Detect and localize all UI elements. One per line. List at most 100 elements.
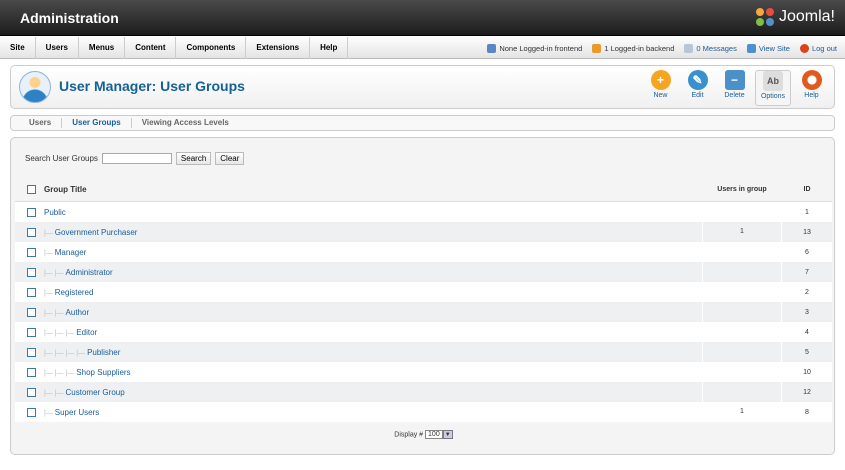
users-count-cell — [702, 302, 782, 322]
admin-header: Administration Joomla! — [0, 0, 845, 36]
joomla-logo[interactable]: Joomla! — [754, 6, 835, 28]
header-title: Administration — [20, 10, 119, 26]
menu-menus[interactable]: Menus — [79, 36, 126, 59]
row-checkbox[interactable] — [27, 407, 36, 417]
tab-viewing-access-levels[interactable]: Viewing Access Levels — [132, 118, 239, 128]
row-checkbox[interactable] — [27, 267, 36, 277]
status-bar: None Logged-in frontend 1 Logged-in back… — [487, 37, 837, 59]
group-title-cell: |— |— |— Editor — [44, 328, 702, 337]
chevron-down-icon[interactable]: ▼ — [442, 430, 453, 439]
search-label: Search User Groups — [25, 154, 98, 163]
table-row: |— Government Purchaser 1 13 — [15, 222, 832, 242]
users-count-cell: 1 — [702, 402, 782, 422]
group-title-cell: |— |— Author — [44, 308, 702, 317]
id-cell: 3 — [805, 308, 809, 316]
select-all-checkbox[interactable] — [27, 185, 36, 194]
group-title-link[interactable]: Editor — [76, 328, 97, 337]
menu-extensions[interactable]: Extensions — [246, 36, 311, 59]
joomla-logo-icon — [754, 6, 776, 28]
mail-icon — [684, 43, 694, 53]
table-row: |— |— |— Editor 4 — [15, 322, 832, 342]
tree-indent: |— |— |— — [44, 369, 77, 377]
table-row: |— Registered 2 — [15, 282, 832, 302]
plus-icon: + — [650, 70, 671, 90]
group-title-link[interactable]: Registered — [55, 288, 94, 297]
table-row: |— |— |— |— Publisher 5 — [15, 342, 832, 362]
users-count-cell — [702, 242, 782, 262]
messages-link[interactable]: 0 Messages — [684, 43, 737, 53]
table-row: |— |— Customer Group 12 — [15, 382, 832, 402]
group-title-link[interactable]: Super Users — [55, 408, 99, 417]
delete-button[interactable]: − Delete — [718, 70, 751, 106]
row-checkbox[interactable] — [27, 347, 36, 357]
row-checkbox[interactable] — [27, 287, 36, 297]
main-menu-bar: Site Users Menus Content Components Exte… — [0, 36, 845, 59]
row-checkbox[interactable] — [27, 327, 36, 337]
menu-components[interactable]: Components — [176, 36, 247, 59]
menu-content[interactable]: Content — [125, 36, 177, 59]
group-title-cell: |— Super Users — [44, 408, 702, 417]
row-checkbox[interactable] — [27, 207, 36, 217]
menu-help[interactable]: Help — [310, 36, 349, 59]
id-cell: 7 — [805, 268, 809, 276]
content-area: Search User Groups Search Clear Group Ti… — [10, 137, 835, 455]
search-button[interactable]: Search — [175, 152, 212, 165]
tab-user-groups[interactable]: User Groups — [62, 118, 132, 128]
group-title-cell: |— |— |— |— Publisher — [44, 348, 702, 357]
group-title-link[interactable]: Author — [66, 308, 90, 317]
table-row: |— |— Author 3 — [15, 302, 832, 322]
display-select[interactable]: 100 — [425, 430, 443, 439]
tree-indent: |— |— — [44, 269, 66, 277]
user-icon — [592, 43, 602, 53]
clear-button[interactable]: Clear — [215, 152, 245, 165]
logout-link[interactable]: Log out — [799, 43, 837, 53]
row-checkbox[interactable] — [27, 387, 36, 397]
group-title-link[interactable]: Shop Suppliers — [76, 368, 130, 377]
users-count-cell — [702, 282, 782, 302]
group-title-link[interactable]: Public — [44, 208, 66, 217]
table-row: |— Super Users 1 8 — [15, 402, 832, 422]
table-row: |— |— |— Shop Suppliers 10 — [15, 362, 832, 382]
tree-indent: |— |— — [44, 309, 66, 317]
options-button[interactable]: Ab Options — [755, 70, 791, 106]
trash-icon: − — [724, 70, 745, 90]
help-button[interactable]: Help — [795, 70, 828, 106]
users-count-cell — [702, 342, 782, 362]
pagination: Display # 100 ▼ — [11, 430, 836, 439]
id-cell: 12 — [803, 388, 811, 396]
row-checkbox[interactable] — [27, 227, 36, 237]
group-title-link[interactable]: Government Purchaser — [55, 228, 138, 237]
search-input[interactable] — [101, 153, 172, 164]
tree-indent: |— |— |— |— — [44, 349, 88, 357]
row-checkbox[interactable] — [27, 367, 36, 377]
group-title-link[interactable]: Manager — [55, 248, 87, 257]
group-title-link[interactable]: Administrator — [66, 268, 113, 277]
table-row: |— |— Administrator 7 — [15, 262, 832, 282]
id-cell: 5 — [805, 348, 809, 356]
menu-users[interactable]: Users — [36, 36, 79, 59]
id-cell: 6 — [805, 248, 809, 256]
tree-indent: |— — [44, 249, 55, 257]
group-title-link[interactable]: Publisher — [87, 348, 120, 357]
table-row: Public 1 — [15, 202, 832, 222]
submenu-tabs: Users User Groups Viewing Access Levels — [10, 115, 835, 131]
footer — [0, 463, 845, 470]
group-title-link[interactable]: Customer Group — [66, 388, 125, 397]
row-checkbox[interactable] — [27, 307, 36, 317]
table-row: |— Manager 6 — [15, 242, 832, 262]
user-groups-icon — [19, 71, 51, 103]
new-button[interactable]: + New — [644, 70, 677, 106]
row-checkbox[interactable] — [27, 247, 36, 257]
users-count-cell — [702, 382, 782, 402]
id-cell: 4 — [805, 328, 809, 336]
tab-users[interactable]: Users — [19, 118, 63, 128]
lifebuoy-icon — [801, 70, 822, 90]
col-id[interactable]: ID — [782, 178, 832, 202]
col-group-title[interactable]: Group Title — [44, 185, 702, 194]
view-site-link[interactable]: View Site — [746, 43, 790, 53]
group-title-cell: |— |— |— Shop Suppliers — [44, 368, 702, 377]
col-users-in-group: Users in group — [717, 185, 767, 193]
menu-site[interactable]: Site — [0, 36, 36, 59]
edit-button[interactable]: ✎ Edit — [681, 70, 714, 106]
display-label: Display # — [394, 431, 424, 439]
